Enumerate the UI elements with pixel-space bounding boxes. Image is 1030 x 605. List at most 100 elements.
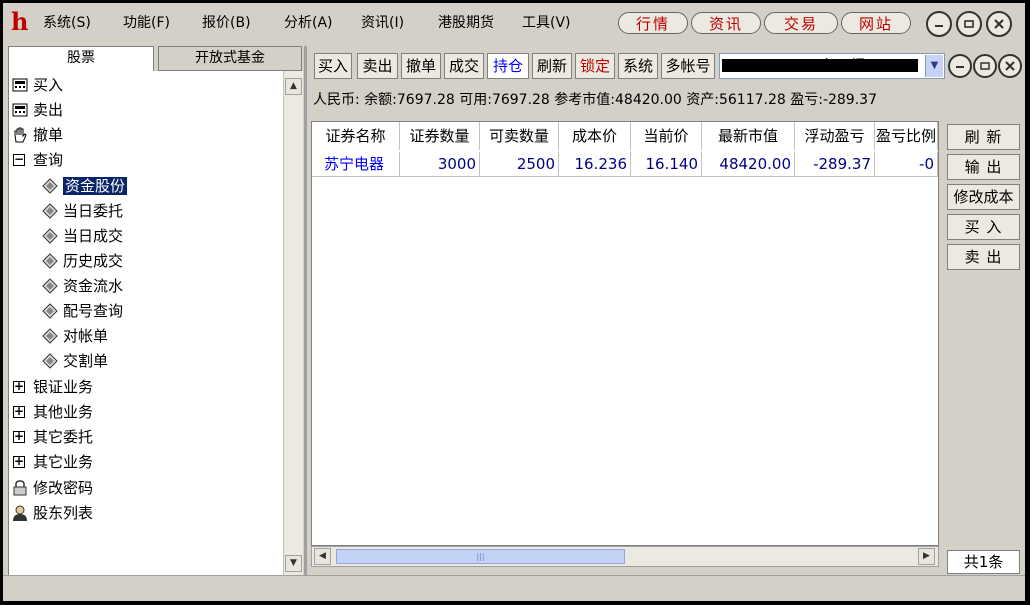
tree-scrollbar[interactable]: ▲ ▼ — [283, 71, 303, 576]
toolbar-sell-button[interactable]: 卖出 — [357, 53, 398, 79]
tree-item-bank-securities[interactable]: + 银证业务 — [13, 375, 93, 399]
toolbar-positions-button[interactable]: 持仓 — [487, 53, 529, 79]
tree-label: 其他业务 — [33, 403, 94, 421]
scroll-right-icon[interactable]: ▶ — [918, 548, 935, 565]
tree-item-today-orders[interactable]: 当日委托 — [41, 199, 123, 223]
panel-close-icon[interactable] — [998, 54, 1022, 78]
tree-item-statement[interactable]: 对帐单 — [41, 324, 108, 348]
tree-label: 银证业务 — [33, 378, 94, 396]
tree-label: 资金股份 — [63, 177, 128, 195]
diamond-icon — [41, 277, 59, 295]
col-header-float-pl[interactable]: 浮动盈亏 — [795, 122, 875, 150]
table-hscrollbar[interactable]: ◀ ||| ▶ — [311, 546, 939, 567]
tree-item-other-business[interactable]: + 其他业务 — [13, 400, 93, 424]
toolbar-deals-button[interactable]: 成交 — [444, 53, 484, 79]
col-header-sellable[interactable]: 可卖数量 — [480, 122, 559, 150]
minimize-icon[interactable] — [926, 11, 952, 37]
cell-cost[interactable]: 16.236 — [559, 152, 631, 176]
scroll-thumb[interactable]: ||| — [336, 549, 625, 564]
panel-restore-icon[interactable] — [973, 54, 997, 78]
toolbar-refresh-button[interactable]: 刷新 — [532, 53, 572, 79]
toolbar-system-button[interactable]: 系统 — [618, 53, 658, 79]
menu-tools[interactable]: 工具(V) — [522, 14, 571, 32]
cell-price[interactable]: 16.140 — [631, 152, 702, 176]
col-header-cost[interactable]: 成本价 — [559, 122, 631, 150]
chevron-down-icon[interactable]: ▼ — [925, 55, 943, 77]
tab-open-fund[interactable]: 开放式基金 — [158, 46, 302, 71]
menu-system[interactable]: 系统(S) — [43, 14, 91, 32]
side-sell-button[interactable]: 卖 出 — [947, 244, 1020, 270]
toolbar-buy-button[interactable]: 买入 — [314, 53, 352, 79]
refresh-button[interactable]: 刷 新 — [947, 124, 1020, 150]
tree-item-fund-flow[interactable]: 资金流水 — [41, 274, 123, 298]
menu-hk-futures[interactable]: 港股期货 — [438, 14, 494, 32]
tree-item-sell[interactable]: 卖出 — [11, 98, 63, 122]
tree-item-allotment[interactable]: 配号查询 — [41, 299, 123, 323]
record-count: 共1条 — [947, 550, 1020, 574]
scroll-left-icon[interactable]: ◀ — [314, 548, 331, 565]
tree-item-cancel[interactable]: 撤单 — [11, 123, 63, 147]
scroll-down-icon[interactable]: ▼ — [285, 555, 302, 572]
function-tree: 买入 卖出 撤单 − 查询 资金股份 当日委托 当日成交 历史成交 资金流水 配号… — [8, 71, 284, 576]
panel-minimize-icon[interactable] — [948, 54, 972, 78]
panel-splitter[interactable] — [304, 46, 307, 576]
tree-item-delivery[interactable]: 交割单 — [41, 349, 108, 373]
expand-icon[interactable]: + — [13, 380, 25, 393]
col-header-price[interactable]: 当前价 — [631, 122, 702, 150]
tree-item-fund-shares[interactable]: 资金股份 — [41, 174, 128, 198]
edit-cost-button[interactable]: 修改成本 — [947, 184, 1020, 210]
tree-label: 配号查询 — [63, 302, 124, 320]
collapse-icon[interactable]: − — [13, 153, 25, 166]
cell-pl-ratio[interactable]: -0 — [875, 152, 938, 176]
toolbar-cancel-button[interactable]: 撤单 — [401, 53, 441, 79]
menu-function[interactable]: 功能(F) — [123, 14, 170, 32]
left-tabs: 股票 开放式基金 — [8, 46, 302, 71]
col-header-market-value[interactable]: 最新市值 — [702, 122, 795, 150]
cell-float-pl[interactable]: -289.37 — [795, 152, 875, 176]
cell-quantity[interactable]: 3000 — [400, 152, 480, 176]
row-divider — [312, 176, 938, 177]
tree-item-change-password[interactable]: 修改密码 — [11, 476, 93, 500]
pill-website[interactable]: 网站 — [841, 12, 911, 34]
tree-item-other-orders[interactable]: + 其它委托 — [13, 425, 93, 449]
pill-news[interactable]: 资讯 — [691, 12, 761, 34]
tree-item-buy[interactable]: 买入 — [11, 73, 63, 97]
cell-market-value[interactable]: 48420.00 — [702, 152, 795, 176]
diamond-icon — [41, 227, 59, 245]
close-icon[interactable] — [986, 11, 1012, 37]
pill-market[interactable]: 行情 — [618, 12, 688, 34]
menu-quote[interactable]: 报价(B) — [202, 14, 251, 32]
tree-item-history-deals[interactable]: 历史成交 — [41, 249, 123, 273]
tree-label: 修改密码 — [33, 479, 94, 497]
calculator-icon — [11, 101, 29, 119]
side-buy-button[interactable]: 买 入 — [947, 214, 1020, 240]
tree-label: 历史成交 — [63, 252, 124, 270]
tree-item-shareholder-list[interactable]: 股东列表 — [11, 501, 93, 525]
cell-sellable[interactable]: 2500 — [480, 152, 559, 176]
tree-label: 交割单 — [63, 352, 109, 370]
col-header-name[interactable]: 证券名称 — [312, 122, 400, 150]
col-header-pl-ratio[interactable]: 盈亏比例 — [875, 122, 938, 150]
tree-label: 股东列表 — [33, 504, 94, 522]
pill-trade[interactable]: 交易 — [764, 12, 838, 34]
diamond-icon — [41, 327, 59, 345]
tree-item-today-deals[interactable]: 当日成交 — [41, 224, 123, 248]
tree-item-other-services[interactable]: + 其它业务 — [13, 450, 93, 474]
export-button[interactable]: 输 出 — [947, 154, 1020, 180]
expand-icon[interactable]: + — [13, 455, 25, 468]
cell-name[interactable]: 苏宁电器 — [312, 152, 400, 176]
tab-stock[interactable]: 股票 — [8, 46, 154, 71]
menu-info[interactable]: 资讯(I) — [361, 14, 404, 32]
tree-label: 查询 — [33, 151, 64, 169]
restore-icon[interactable] — [956, 11, 982, 37]
toolbar-lock-button[interactable]: 锁定 — [575, 53, 615, 79]
toolbar-multi-account-button[interactable]: 多帐号 — [661, 53, 715, 79]
tree-label: 买入 — [33, 76, 64, 94]
expand-icon[interactable]: + — [13, 405, 25, 418]
menu-analysis[interactable]: 分析(A) — [284, 14, 333, 32]
expand-icon[interactable]: + — [13, 430, 25, 443]
scroll-up-icon[interactable]: ▲ — [285, 78, 302, 95]
tree-item-query[interactable]: − 查询 — [13, 148, 63, 172]
col-header-quantity[interactable]: 证券数量 — [400, 122, 480, 150]
account-select[interactable]: 0120000000 (红云据 216 ▼ — [719, 53, 945, 79]
